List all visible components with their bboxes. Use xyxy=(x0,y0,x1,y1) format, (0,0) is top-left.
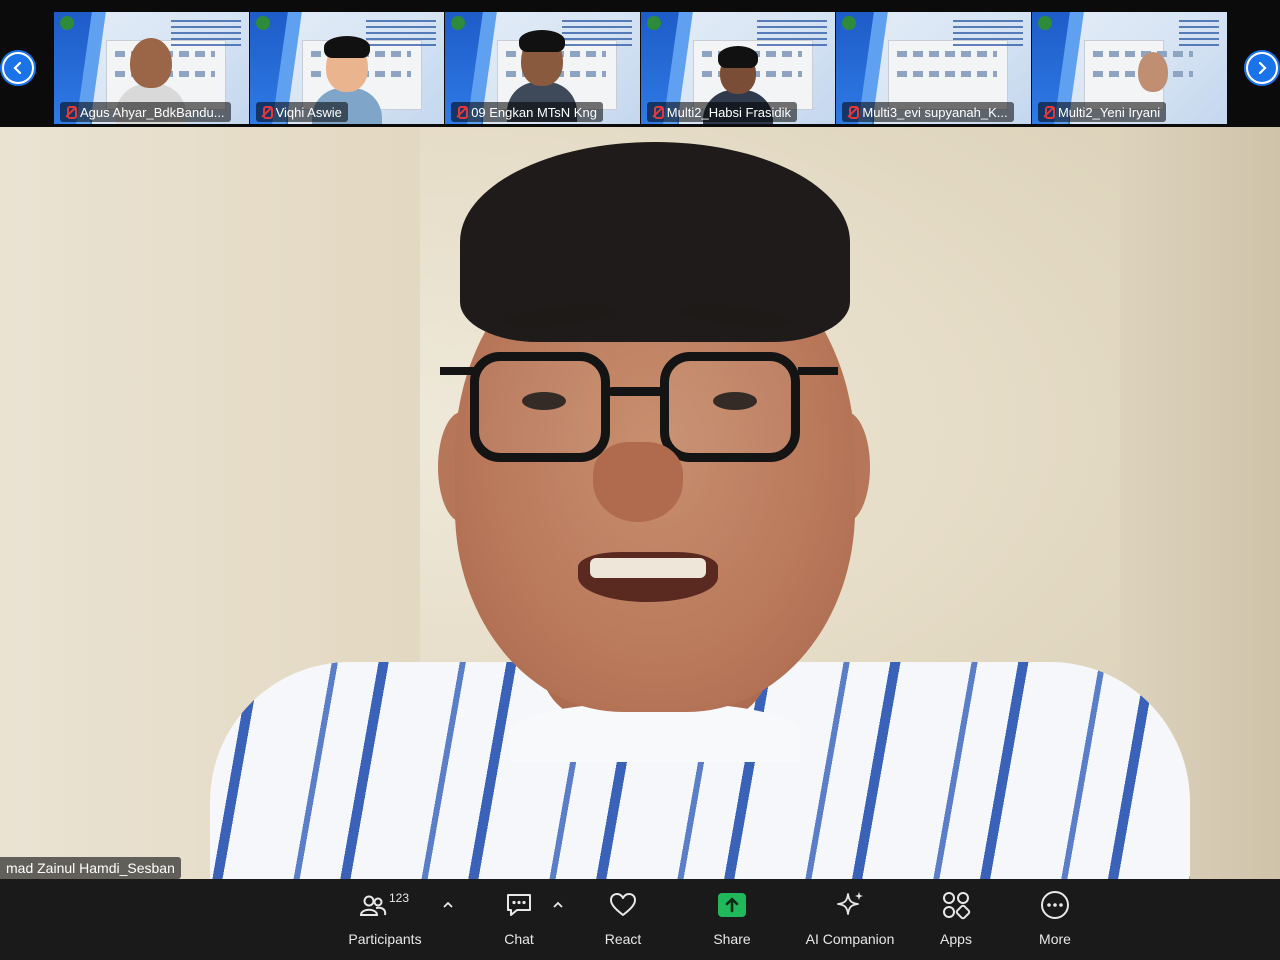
speaker-name-label: mad Zainul Hamdi_Sesban xyxy=(0,857,181,879)
participant-name-bar: Agus Ahyar_BdkBandu... xyxy=(60,102,231,122)
participants-icon: 123 xyxy=(355,889,415,921)
chat-options-chevron-up-icon[interactable] xyxy=(550,897,566,913)
ministry-logo-icon xyxy=(255,16,270,30)
participant-tile[interactable]: Multi2_Habsi Frasidik xyxy=(640,12,837,124)
mic-muted-icon xyxy=(1042,105,1055,119)
participant-name-bar: Viqhi Aswie xyxy=(255,102,348,122)
mic-muted-icon xyxy=(260,105,273,119)
ai-companion-label: AI Companion xyxy=(805,931,895,947)
share-screen-icon xyxy=(716,889,748,921)
react-button[interactable]: React xyxy=(598,889,648,951)
participant-name: Multi3_evi supyanah_K... xyxy=(862,104,1008,120)
mic-muted-icon xyxy=(455,105,469,119)
more-button[interactable]: More xyxy=(1030,889,1080,951)
sparkle-icon xyxy=(834,889,866,921)
mic-muted-icon xyxy=(651,105,664,119)
glasses-icon xyxy=(470,352,610,462)
participant-name-bar: Multi2_Habsi Frasidik xyxy=(646,102,798,122)
participant-name: Multi2_Yeni Iryani xyxy=(1057,104,1161,120)
participant-tile[interactable]: Agus Ahyar_BdkBandu... xyxy=(54,12,250,124)
participant-tile[interactable]: Multi3_evi supyanah_K... xyxy=(836,12,1032,124)
chat-label: Chat xyxy=(504,931,534,947)
participant-strip: Agus Ahyar_BdkBandu... Viqhi Aswie 09 En… xyxy=(0,0,1280,127)
chat-icon xyxy=(504,889,534,921)
participants-label: Participants xyxy=(348,931,422,947)
participant-tile[interactable]: Viqhi Aswie xyxy=(249,12,446,124)
chat-button[interactable]: Chat xyxy=(494,889,544,951)
participants-count: 123 xyxy=(389,891,410,905)
heart-icon xyxy=(608,889,638,921)
active-speaker-video xyxy=(0,127,1280,879)
participant-tile[interactable]: 09 Engkan MTsN Kng xyxy=(445,12,641,124)
participant-name-bar: Multi3_evi supyanah_K... xyxy=(842,102,1014,122)
apps-button[interactable]: Apps xyxy=(932,889,980,951)
participant-tiles: Agus Ahyar_BdkBandu... Viqhi Aswie 09 En… xyxy=(54,12,1228,124)
apps-icon xyxy=(941,889,971,921)
ministry-logo-icon xyxy=(646,16,661,30)
share-button[interactable]: Share xyxy=(706,889,758,951)
participant-name: Multi2_Habsi Frasidik xyxy=(666,104,792,120)
mic-muted-icon xyxy=(64,105,77,119)
participant-name: Viqhi Aswie xyxy=(275,104,342,120)
participant-name: 09 Engkan MTsN Kng xyxy=(471,104,597,120)
participants-button[interactable]: 123 Participants xyxy=(344,889,426,951)
react-label: React xyxy=(604,931,642,947)
ministry-logo-icon xyxy=(60,16,74,30)
chevron-left-icon xyxy=(4,54,32,82)
ai-companion-button[interactable]: AI Companion xyxy=(800,889,900,951)
apps-label: Apps xyxy=(940,931,972,947)
speaker-figure xyxy=(210,142,1190,879)
previous-page-button[interactable] xyxy=(0,50,36,86)
participant-name-bar: Multi2_Yeni Iryani xyxy=(1037,102,1167,122)
next-page-button[interactable] xyxy=(1244,50,1280,86)
more-label: More xyxy=(1039,931,1071,947)
participant-tile[interactable]: Multi2_Yeni Iryani xyxy=(1031,12,1228,124)
meeting-toolbar: 123 Participants Chat React Share AI Com… xyxy=(0,879,1280,960)
mic-muted-icon xyxy=(846,105,860,119)
participant-video xyxy=(1137,52,1168,92)
participants-options-chevron-up-icon[interactable] xyxy=(440,897,456,913)
more-options-icon xyxy=(1040,889,1070,921)
participant-name: Agus Ahyar_BdkBandu... xyxy=(80,104,225,120)
ministry-logo-icon xyxy=(1037,16,1052,30)
participant-name-bar: 09 Engkan MTsN Kng xyxy=(451,102,603,122)
chevron-right-icon xyxy=(1248,54,1276,82)
share-label: Share xyxy=(713,931,751,947)
